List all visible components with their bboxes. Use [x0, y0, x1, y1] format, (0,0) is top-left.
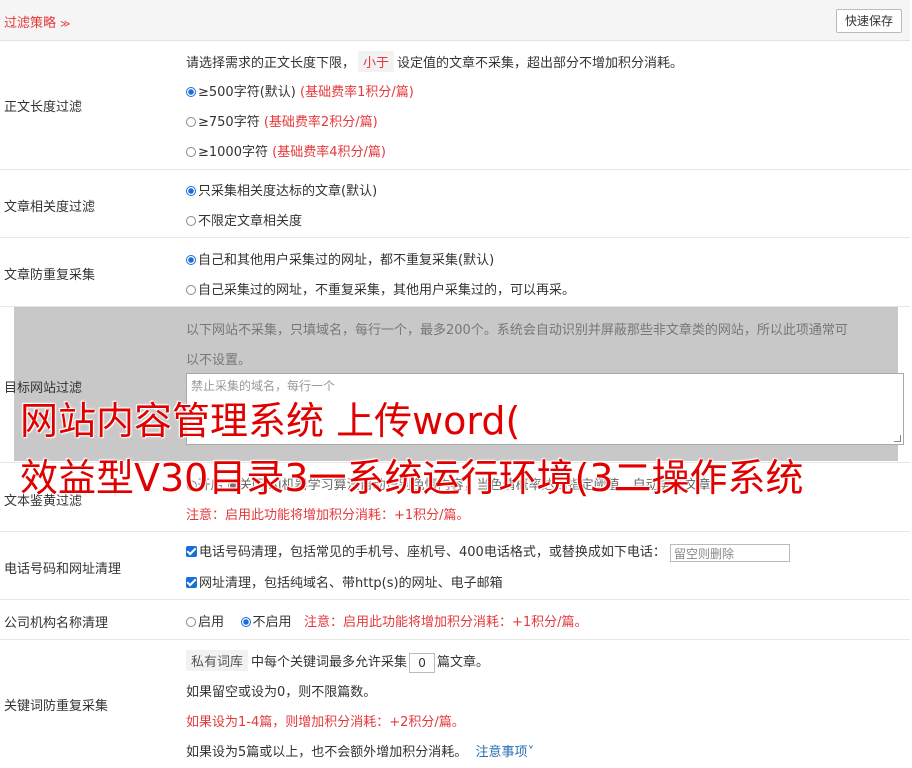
radio-icon[interactable] [240, 617, 251, 627]
phone-clean-option[interactable]: 电话号码清理，包括常见的手机号、座机号、400电话格式，或替换成如下电话： 留空… [186, 541, 790, 562]
radio-icon[interactable] [186, 186, 196, 196]
chevron-down-icon: ≫ [60, 19, 71, 30]
radio-icon[interactable] [186, 216, 196, 226]
phone-url-row: 电话号码和网址清理 电话号码清理，包括常见的手机号、座机号、400电话格式，或替… [0, 531, 910, 600]
radio-icon[interactable] [186, 285, 196, 295]
length-filter-row: 正文长度过滤 请选择需求的正文长度下限， 小于 设定值的文章不采集，超出部分不增加积… [0, 41, 910, 170]
dedup-row: 文章防重复采集 自己和其他用户采集过的网址，都不重复采集(默认) 自己采集过的网… [0, 238, 910, 307]
checkbox-checked-icon[interactable] [186, 577, 197, 588]
relevance-option-qualified[interactable]: 只采集相关度达标的文章(默认) [186, 180, 377, 199]
radio-icon[interactable] [186, 117, 196, 127]
keyword-limit-input[interactable]: 0 [409, 652, 436, 673]
radio-icon[interactable] [186, 147, 196, 157]
keyword-limit-line: 私有词库 中每个关键词最多允许采集 0 篇文章。 [186, 650, 489, 673]
radio-icon[interactable] [186, 255, 196, 265]
keyword-dedup-row: 关键词防重复采集 私有词库 中每个关键词最多允许采集 0 篇文章。 如果留空或设为0，… [0, 640, 910, 768]
dedup-label: 文章防重复采集 [4, 268, 96, 283]
url-clean-option[interactable]: 网址清理，包括纯域名、带http(s)的网址、电子邮箱 [186, 572, 503, 591]
org-name-options: 启用 不启用 注意：启用此功能将增加积分消耗：+1积分/篇。 [186, 611, 588, 630]
site-filter-desc-2: 以不设置。 [186, 353, 252, 368]
porn-filter-note: 注意：启用此功能将增加积分消耗：+1积分/篇。 [186, 508, 470, 523]
org-name-label: 公司机构名称清理 [4, 616, 109, 631]
resize-handle-icon[interactable] [894, 435, 901, 442]
quick-save-button[interactable]: 快速保存 [835, 9, 902, 33]
site-filter-desc-1: 以下网站不采集，只填域名，每行一个，最多200个。系统会自动识别并屏蔽那些非文章… [186, 323, 848, 338]
org-enable-option[interactable]: 启用 [186, 615, 224, 630]
org-name-note: 注意：启用此功能将增加积分消耗：+1积分/篇。 [303, 615, 588, 630]
chevron-down-icon: ˅ [527, 745, 535, 760]
filter-strategy-header: 过滤策略 ≫ 快速保存 [0, 0, 910, 41]
keyword-note-1: 如果留空或设为0，则不限篇数。 [186, 685, 377, 700]
relevance-filter-label: 文章相关度过滤 [4, 200, 96, 215]
notes-link[interactable]: 注意事项˅ [476, 745, 535, 760]
relevance-filter-row: 文章相关度过滤 只采集相关度达标的文章(默认) 不限定文章相关度 [0, 170, 910, 238]
overlay-title-line-2: 效益型V30目录3一系统运行环境(3二操作系统 [20, 456, 804, 500]
keyword-dedup-label: 关键词防重复采集 [4, 699, 109, 714]
private-lexicon-pill[interactable]: 私有词库 [186, 650, 249, 671]
relevance-option-unlimited[interactable]: 不限定文章相关度 [186, 210, 302, 229]
keyword-note-2: 如果设为1-4篇，则增加积分消耗：+2积分/篇。 [186, 715, 465, 730]
dedup-option-self[interactable]: 自己采集过的网址，不重复采集，其他用户采集过的，可以再采。 [186, 279, 575, 298]
phone-replace-input[interactable]: 留空则删除 [669, 543, 790, 562]
radio-icon[interactable] [186, 87, 196, 97]
dedup-option-all[interactable]: 自己和其他用户采集过的网址，都不重复采集(默认) [186, 249, 494, 268]
length-filter-label: 正文长度过滤 [4, 100, 83, 115]
keyword-note-3: 如果设为5篇或以上，也不会额外增加积分消耗。 注意事项˅ [186, 745, 535, 760]
phone-url-label: 电话号码和网址清理 [4, 562, 122, 577]
org-disable-option[interactable]: 不启用 [240, 615, 292, 630]
length-option-1000[interactable]: ≥1000字符 (基础费率4积分/篇) [186, 141, 386, 160]
radio-icon[interactable] [186, 617, 196, 627]
length-option-500[interactable]: ≥500字符(默认) (基础费率1积分/篇) [186, 81, 414, 100]
org-name-row: 公司机构名称清理 启用 不启用 注意：启用此功能将增加积分消耗：+1积分/篇。 [0, 600, 910, 640]
length-option-750[interactable]: ≥750字符 (基础费率2积分/篇) [186, 111, 378, 130]
overlay-title-line-1: 网站内容管理系统 上传word( [20, 399, 521, 443]
less-than-pill: 小于 [358, 51, 395, 72]
header-title[interactable]: 过滤策略 ≫ [4, 12, 70, 31]
length-filter-desc: 请选择需求的正文长度下限， 小于 设定值的文章不采集，超出部分不增加积分消耗。 [186, 51, 683, 72]
checkbox-checked-icon[interactable] [186, 546, 197, 557]
